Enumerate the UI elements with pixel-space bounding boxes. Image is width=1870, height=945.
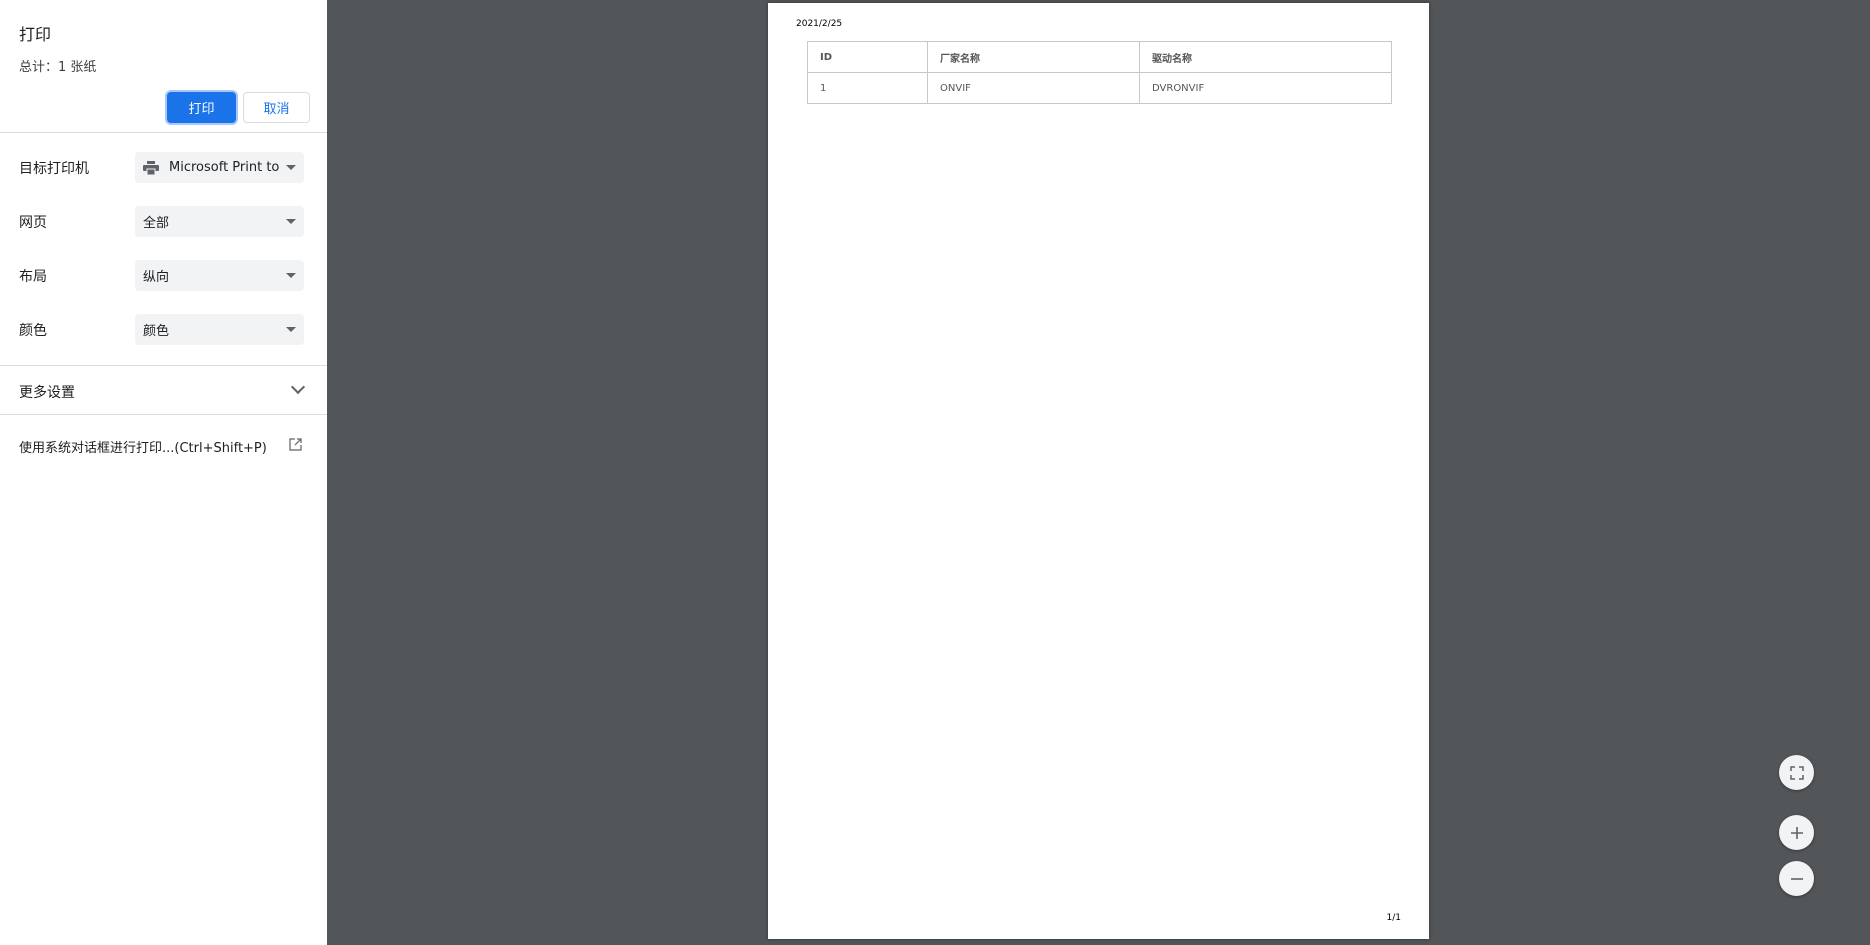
destination-value: Microsoft Print to (169, 160, 280, 175)
dialog-title: 打印 (19, 25, 52, 44)
system-dialog-label: 使用系统对话框进行打印...(Ctrl+Shift+P) (19, 441, 267, 456)
table-cell: 1 (807, 72, 928, 104)
pages-label: 网页 (19, 215, 47, 231)
pages-select[interactable]: 全部 (135, 206, 304, 237)
column-header: 驱动名称 (1139, 41, 1392, 73)
printer-icon (143, 160, 159, 175)
preview-table: ID 厂家名称 驱动名称 1 ONVIF DVRONVIF (807, 41, 1392, 104)
fit-to-page-button[interactable] (1779, 755, 1814, 790)
print-button[interactable]: 打印 (167, 92, 236, 123)
open-in-new-icon (289, 438, 302, 451)
cancel-button[interactable]: 取消 (243, 92, 310, 123)
sidebar-header: 打印 总计：1 张纸 打印 取消 (0, 0, 327, 133)
destination-label: 目标打印机 (19, 161, 89, 177)
divider (0, 414, 327, 415)
dropdown-arrow-icon (286, 165, 296, 170)
table-header-row: ID 厂家名称 驱动名称 (807, 41, 1392, 73)
plus-icon (1790, 821, 1804, 845)
layout-value: 纵向 (143, 270, 170, 285)
color-value: 颜色 (143, 324, 170, 339)
table-row: 1 ONVIF DVRONVIF (807, 72, 1392, 104)
more-settings-toggle[interactable]: 更多设置 (0, 366, 327, 414)
zoom-out-button[interactable] (1779, 861, 1814, 896)
zoom-in-button[interactable] (1779, 815, 1814, 850)
color-label: 颜色 (19, 323, 47, 339)
table-cell: DVRONVIF (1139, 72, 1392, 104)
print-settings-sidebar: 打印 总计：1 张纸 打印 取消 目标打印机 Microsoft Print t… (0, 0, 327, 945)
pages-value: 全部 (143, 216, 170, 231)
destination-select[interactable]: Microsoft Print to (135, 152, 304, 183)
print-preview-page: 2021/2/25 ID 厂家名称 驱动名称 1 ONVIF DVRONVIF … (768, 3, 1429, 939)
page-date: 2021/2/25 (796, 19, 843, 29)
minus-icon (1790, 867, 1804, 891)
dropdown-arrow-icon (286, 327, 296, 332)
dropdown-arrow-icon (286, 219, 296, 224)
page-number: 1/1 (1386, 913, 1401, 923)
column-header: 厂家名称 (927, 41, 1140, 73)
sheet-summary: 总计：1 张纸 (19, 60, 97, 75)
color-select[interactable]: 颜色 (135, 314, 304, 345)
column-header: ID (807, 41, 928, 73)
chevron-down-icon (290, 379, 306, 395)
dropdown-arrow-icon (286, 273, 296, 278)
fit-to-page-icon (1789, 761, 1804, 785)
layout-select[interactable]: 纵向 (135, 260, 304, 291)
system-dialog-link[interactable]: 使用系统对话框进行打印...(Ctrl+Shift+P) (0, 425, 327, 465)
table-cell: ONVIF (927, 72, 1140, 104)
layout-label: 布局 (19, 269, 47, 285)
more-settings-label: 更多设置 (19, 385, 75, 401)
